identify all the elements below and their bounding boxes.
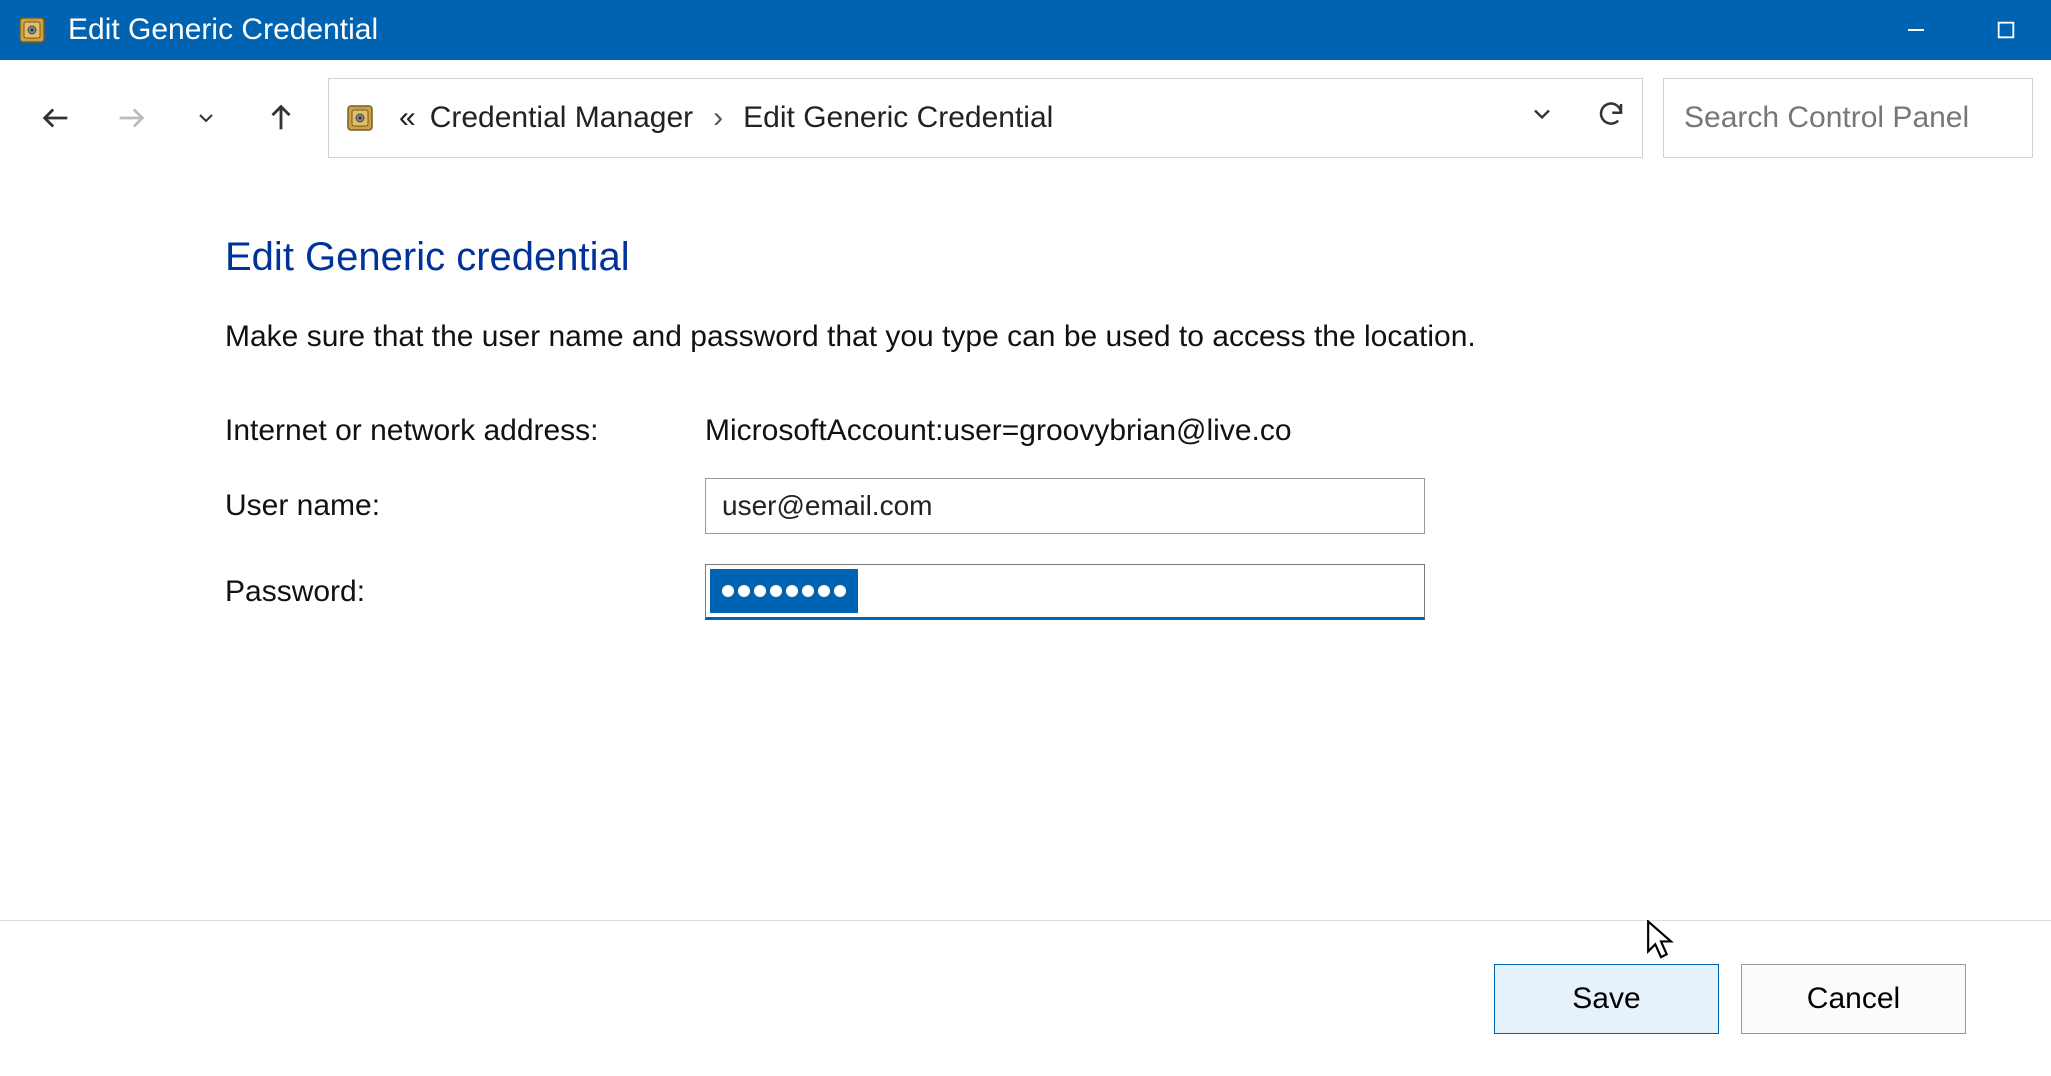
address-label: Internet or network address:	[225, 414, 705, 448]
password-label: Password:	[225, 575, 705, 609]
breadcrumb-item[interactable]: Edit Generic Credential	[743, 101, 1053, 135]
minimize-button[interactable]	[1871, 0, 1961, 60]
cancel-button[interactable]: Cancel	[1741, 964, 1966, 1034]
username-input[interactable]	[705, 478, 1425, 534]
password-dot	[802, 585, 814, 597]
content-area: Edit Generic credential Make sure that t…	[0, 175, 2051, 920]
password-dot	[786, 585, 798, 597]
page-heading: Edit Generic credential	[225, 235, 1901, 280]
save-button-label: Save	[1572, 982, 1640, 1016]
save-button[interactable]: Save	[1494, 964, 1719, 1034]
page-description: Make sure that the user name and passwor…	[225, 320, 1901, 354]
window-controls	[1871, 0, 2051, 60]
password-input[interactable]	[705, 564, 1425, 620]
breadcrumb-item[interactable]: Credential Manager	[430, 101, 693, 135]
password-dot	[770, 585, 782, 597]
password-dot	[834, 585, 846, 597]
search-placeholder: Search Control Panel	[1684, 101, 1969, 135]
address-row: Internet or network address: MicrosoftAc…	[225, 414, 1901, 448]
breadcrumb-prefix: «	[399, 101, 416, 135]
password-row: Password:	[225, 564, 1901, 620]
back-button[interactable]	[18, 88, 93, 148]
safe-icon	[18, 14, 50, 46]
chevron-right-icon: ›	[713, 101, 723, 135]
safe-icon	[345, 101, 379, 135]
password-dot	[818, 585, 830, 597]
nav-row: « Credential Manager › Edit Generic Cred…	[0, 60, 2051, 175]
recent-locations-button[interactable]	[168, 88, 243, 148]
title-bar: Edit Generic Credential	[0, 0, 2051, 60]
password-dot	[738, 585, 750, 597]
refresh-button[interactable]	[1596, 99, 1626, 137]
username-label: User name:	[225, 489, 705, 523]
chevron-down-icon[interactable]	[1528, 100, 1556, 136]
window-title: Edit Generic Credential	[68, 13, 1871, 47]
forward-button[interactable]	[93, 88, 168, 148]
password-dot	[722, 585, 734, 597]
cancel-button-label: Cancel	[1807, 982, 1900, 1016]
search-input[interactable]: Search Control Panel	[1663, 78, 2033, 158]
footer: Save Cancel	[0, 921, 2051, 1076]
maximize-button[interactable]	[1961, 0, 2051, 60]
password-selection	[710, 569, 858, 613]
up-button[interactable]	[243, 88, 318, 148]
address-bar[interactable]: « Credential Manager › Edit Generic Cred…	[328, 78, 1643, 158]
address-value: MicrosoftAccount:user=groovybrian@live.c…	[705, 414, 1292, 448]
username-row: User name:	[225, 478, 1901, 534]
password-dot	[754, 585, 766, 597]
